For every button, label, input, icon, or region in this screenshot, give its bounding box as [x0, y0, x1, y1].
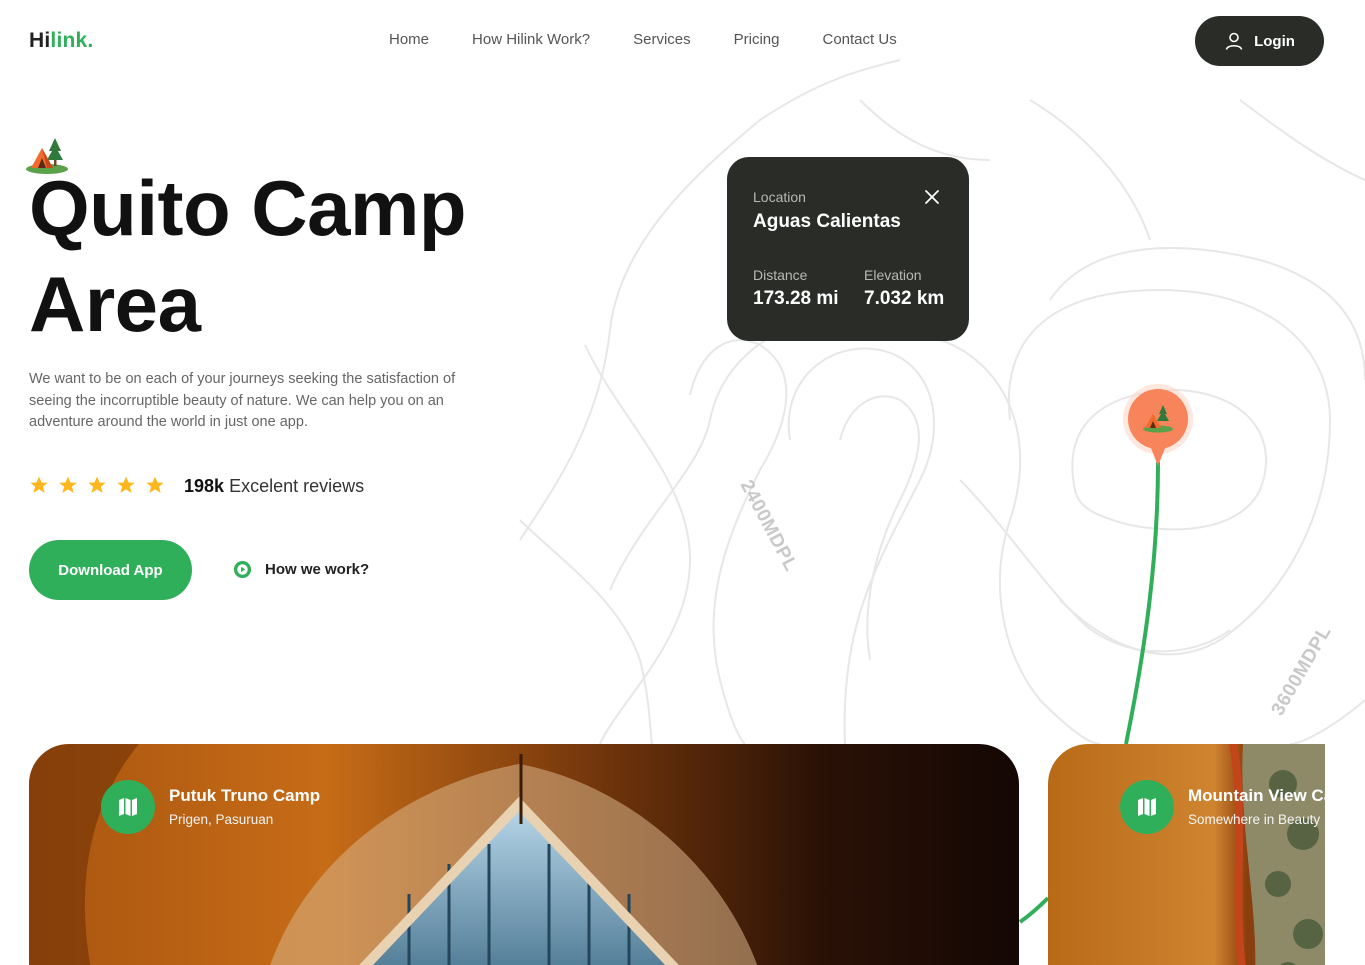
camp-title: Putuk Truno Camp: [169, 786, 321, 805]
star-icon: [59, 476, 77, 493]
location-card: Location Aguas Calientas Distance 173.28…: [727, 157, 969, 341]
reviews-count: 198k: [184, 476, 225, 496]
how-we-work-label: How we work?: [265, 561, 370, 578]
camp-subtitle: Prigen, Pasuruan: [169, 812, 274, 827]
distance-label: Distance: [753, 267, 808, 283]
logo-text-green: link.: [50, 29, 94, 52]
distance-value: 173.28 mi: [753, 288, 839, 309]
download-app-button[interactable]: Download App: [29, 540, 192, 600]
location-value: Aguas Calientas: [753, 211, 901, 232]
rating-stars: [29, 475, 165, 495]
logo-text-dark: Hi: [29, 29, 51, 52]
camp-title: Mountain View Camp: [1188, 786, 1325, 805]
map-pin-icon[interactable]: [1121, 382, 1195, 468]
close-icon[interactable]: [923, 188, 941, 206]
reviews-summary: 198k Excelent reviews: [184, 476, 364, 497]
elevation-value: 7.032 km: [864, 288, 945, 309]
map-icon-button[interactable]: [1120, 780, 1174, 834]
star-icon: [88, 476, 106, 493]
camp-card[interactable]: Mountain View Camp Somewhere in Beauty: [1048, 744, 1325, 965]
main-nav: Home How Hilink Work? Services Pricing C…: [389, 31, 897, 48]
elevation-label: Elevation: [864, 267, 922, 283]
star-icon: [117, 476, 135, 493]
hero-description: We want to be on each of your journeys s…: [29, 371, 456, 430]
camp-subtitle: Somewhere in Beauty: [1188, 812, 1321, 827]
location-label: Location: [753, 189, 806, 205]
user-icon: [1225, 32, 1243, 50]
nav-link-home[interactable]: Home: [389, 31, 429, 48]
star-icon: [146, 476, 164, 493]
camp-card[interactable]: Putuk Truno Camp Prigen, Pasuruan: [29, 744, 1019, 965]
hero-title: Quito Camp Area: [29, 164, 467, 348]
nav-link-how-hilink-work[interactable]: How Hilink Work?: [472, 31, 590, 48]
login-button[interactable]: Login: [1195, 16, 1324, 66]
camp-card-image: [29, 744, 1019, 965]
nav-link-contact-us[interactable]: Contact Us: [823, 31, 897, 48]
nav-link-pricing[interactable]: Pricing: [734, 31, 780, 48]
star-icon: [30, 476, 48, 493]
how-we-work-link[interactable]: How we work?: [233, 560, 369, 579]
nav-link-services[interactable]: Services: [633, 31, 691, 48]
map-icon: [1138, 798, 1156, 816]
reviews-label: Excelent reviews: [229, 476, 365, 496]
map-icon: [119, 798, 137, 816]
camp-card-image: [1048, 744, 1325, 965]
login-label: Login: [1254, 32, 1295, 50]
logo[interactable]: Hilink.: [29, 29, 93, 53]
map-icon-button[interactable]: [101, 780, 155, 834]
play-icon: [233, 560, 252, 579]
